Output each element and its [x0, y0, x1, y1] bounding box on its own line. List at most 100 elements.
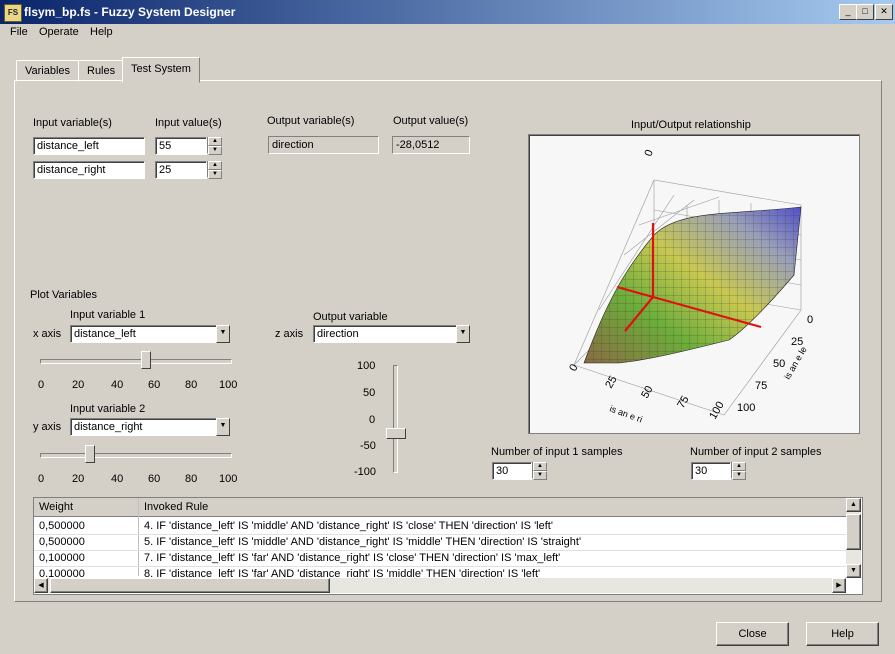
y-slider-track[interactable]: [40, 453, 232, 458]
menu-help[interactable]: Help: [90, 26, 113, 38]
input-values-label: Input value(s): [155, 117, 222, 129]
app-icon[interactable]: FS: [4, 4, 22, 22]
x-slider-track[interactable]: [40, 359, 232, 364]
spin-up-icon[interactable]: ▲: [208, 161, 222, 170]
spin-up-icon[interactable]: ▲: [208, 137, 222, 146]
input-variable-1-field[interactable]: distance_left: [33, 137, 145, 155]
table-row-rule[interactable]: 5. IF 'distance_left' IS 'middle' AND 'd…: [144, 534, 581, 550]
scroll-left-icon[interactable]: ◀: [34, 578, 48, 593]
front-tick-25: 25: [603, 374, 620, 391]
input1-samples-field[interactable]: 30: [492, 462, 532, 480]
spin-up-icon[interactable]: ▲: [533, 462, 547, 471]
z-axis-dropdown-icon[interactable]: ▼: [456, 325, 470, 343]
front-tick-0: 0: [567, 362, 580, 373]
output-variable-field: direction: [268, 136, 379, 154]
spin-down-icon[interactable]: ▼: [732, 471, 746, 480]
z-tick-50: 50: [363, 387, 376, 399]
table-row-weight[interactable]: 0,100000: [39, 566, 85, 577]
spin-down-icon[interactable]: ▼: [208, 170, 222, 179]
input2-samples-spinner[interactable]: ▲ ▼: [731, 462, 746, 480]
x-tick-40: 40: [111, 379, 124, 391]
z-tick-0: 0: [369, 414, 376, 426]
output-value-field: -28,0512: [392, 136, 470, 154]
y-tick-40: 40: [111, 473, 124, 485]
x-tick-0: 0: [38, 379, 45, 391]
side-tick-0: 0: [807, 314, 813, 326]
input1-samples-label: Number of input 1 samples: [491, 446, 623, 458]
x-tick-60: 60: [148, 379, 161, 391]
y-tick-80: 80: [185, 473, 198, 485]
table-row-rule[interactable]: 7. IF 'distance_left' IS 'far' AND 'dist…: [144, 550, 560, 566]
front-axis-title: is an e ri: [608, 403, 643, 424]
input-value-2-field[interactable]: 25: [155, 161, 207, 179]
x-axis-label: x axis: [33, 328, 62, 340]
input-variables-label: Input variable(s): [33, 117, 112, 129]
z-tick-top: 0: [643, 148, 656, 158]
scroll-thumb-vertical[interactable]: [846, 514, 861, 550]
x-tick-100: 100: [219, 379, 238, 391]
side-tick-75: 75: [755, 380, 767, 392]
scroll-thumb-horizontal[interactable]: [50, 578, 330, 593]
tab-test-system[interactable]: Test System: [122, 57, 200, 83]
menu-file[interactable]: File: [10, 26, 28, 38]
tab-rules[interactable]: Rules: [78, 60, 125, 82]
vertical-scrollbar[interactable]: ▲ ▼: [846, 498, 861, 578]
spin-down-icon[interactable]: ▼: [208, 146, 222, 155]
menu-operate[interactable]: Operate: [39, 26, 79, 38]
scroll-down-icon[interactable]: ▼: [846, 564, 861, 578]
front-tick-75: 75: [675, 394, 692, 411]
table-row-rule[interactable]: 8. IF 'distance_left' IS 'far' AND 'dist…: [144, 566, 540, 577]
input-value-1-field[interactable]: 55: [155, 137, 207, 155]
spin-down-icon[interactable]: ▼: [533, 471, 547, 480]
input2-samples-field[interactable]: 30: [691, 462, 731, 480]
z-slider-track[interactable]: [393, 365, 398, 473]
x-axis-select[interactable]: distance_left: [70, 325, 217, 343]
input-variable-2-field[interactable]: distance_right: [33, 161, 145, 179]
x-tick-20: 20: [72, 379, 85, 391]
table-row-weight[interactable]: 0,100000: [39, 550, 85, 566]
front-tick-100: 100: [707, 400, 727, 422]
y-tick-60: 60: [148, 473, 161, 485]
surface-plot-svg: 0 0 25 50 75 100 0 25 50 75 100 is an e …: [567, 148, 813, 424]
output-values-label: Output value(s): [393, 115, 469, 127]
table-row-weight[interactable]: 0,500000: [39, 518, 85, 534]
table-row-weight[interactable]: 0,500000: [39, 534, 85, 550]
front-tick-50: 50: [639, 384, 656, 401]
close-window-button[interactable]: ✕: [875, 4, 893, 20]
minimize-button[interactable]: _: [839, 4, 857, 20]
output-variables-label: Output variable(s): [267, 115, 355, 127]
input2-samples-label: Number of input 2 samples: [690, 446, 822, 458]
z-tick-minus-50: -50: [360, 440, 376, 452]
side-axis-title: is an e le: [782, 345, 809, 381]
y-tick-100: 100: [219, 473, 238, 485]
close-button[interactable]: Close: [716, 622, 789, 646]
side-tick-50: 50: [773, 358, 785, 370]
z-axis-select[interactable]: direction: [313, 325, 458, 343]
z-tick-minus-100: -100: [354, 466, 377, 478]
io-relationship-plot[interactable]: 0 0 25 50 75 100 0 25 50 75 100 is an e …: [528, 134, 860, 434]
scroll-up-icon[interactable]: ▲: [846, 498, 861, 512]
help-button[interactable]: Help: [806, 622, 879, 646]
output-variable-label: Output variable: [313, 311, 388, 323]
y-axis-dropdown-icon[interactable]: ▼: [216, 418, 230, 436]
invoked-rules-table[interactable]: Weight Invoked Rule 0,500000 4. IF 'dist…: [33, 497, 863, 595]
z-slider-thumb[interactable]: [386, 428, 406, 439]
horizontal-scrollbar[interactable]: ◀ ▶: [34, 578, 846, 593]
spin-up-icon[interactable]: ▲: [732, 462, 746, 471]
x-tick-80: 80: [185, 379, 198, 391]
y-tick-0: 0: [38, 473, 45, 485]
x-axis-dropdown-icon[interactable]: ▼: [216, 325, 230, 343]
z-tick-100: 100: [357, 360, 376, 372]
y-slider-thumb[interactable]: [85, 445, 95, 463]
scroll-right-icon[interactable]: ▶: [832, 578, 846, 593]
plot-title: Input/Output relationship: [631, 119, 751, 131]
y-axis-select[interactable]: distance_right: [70, 418, 217, 436]
table-row-rule[interactable]: 4. IF 'distance_left' IS 'middle' AND 'd…: [144, 518, 553, 534]
maximize-button[interactable]: □: [856, 4, 874, 20]
x-slider-thumb[interactable]: [141, 351, 151, 369]
tab-variables[interactable]: Variables: [16, 60, 80, 82]
input-value-1-spinner[interactable]: ▲ ▼: [207, 137, 222, 155]
input-variable-2-label: Input variable 2: [70, 403, 146, 415]
input-value-2-spinner[interactable]: ▲ ▼: [207, 161, 222, 179]
input1-samples-spinner[interactable]: ▲ ▼: [532, 462, 547, 480]
